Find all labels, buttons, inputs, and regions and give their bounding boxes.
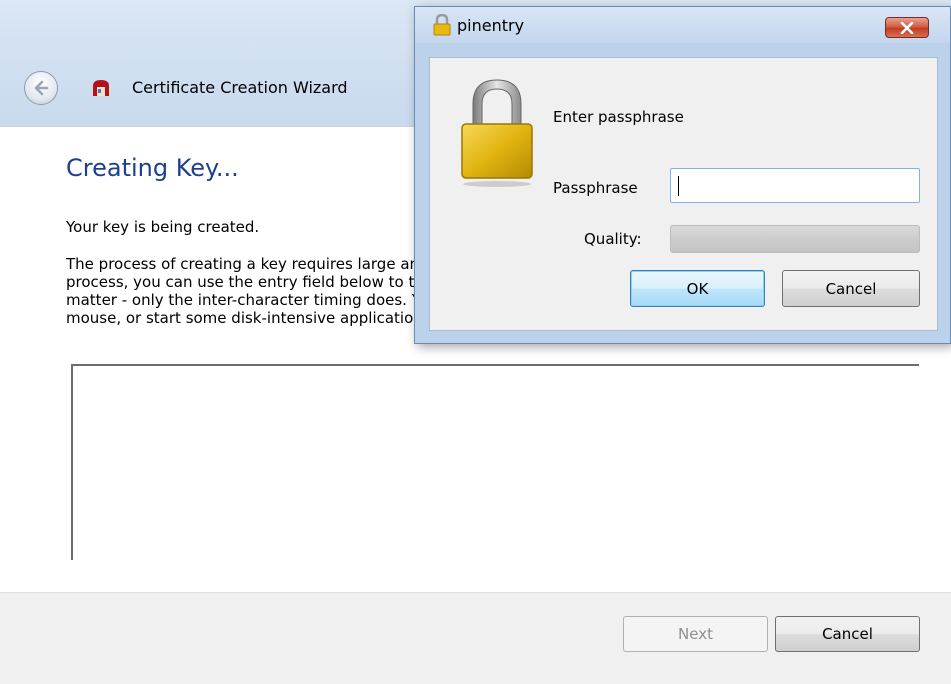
close-button[interactable] xyxy=(885,17,929,38)
pinentry-description: Enter passphrase xyxy=(553,108,684,126)
status-text: Your key is being created. xyxy=(66,218,260,236)
pinentry-title: pinentry xyxy=(457,16,525,35)
back-button[interactable] xyxy=(24,71,58,105)
kleopatra-app-icon xyxy=(93,80,109,96)
wizard-footer: Next Cancel xyxy=(0,592,951,684)
random-data-entry-field[interactable] xyxy=(71,364,919,560)
text-caret xyxy=(678,176,679,196)
close-icon xyxy=(900,21,914,34)
ok-button[interactable]: OK xyxy=(630,270,765,307)
next-button[interactable]: Next xyxy=(623,616,768,652)
pinentry-titlebar[interactable]: pinentry xyxy=(415,7,950,43)
quality-label: Quality: xyxy=(584,230,642,248)
wizard-cancel-button[interactable]: Cancel xyxy=(775,616,920,652)
quality-meter xyxy=(670,225,920,253)
pinentry-content: Enter passphrase Passphrase Quality: OK … xyxy=(429,57,938,331)
pinentry-cancel-button[interactable]: Cancel xyxy=(782,270,920,307)
passphrase-input[interactable] xyxy=(670,168,920,203)
lock-icon xyxy=(433,14,451,36)
padlock-icon xyxy=(461,79,533,187)
passphrase-label: Passphrase xyxy=(553,179,638,197)
pinentry-dialog: pinentry Enter passphrase Passphrase Qua… xyxy=(414,6,951,344)
wizard-title: Certificate Creation Wizard xyxy=(132,78,348,97)
back-arrow-icon xyxy=(34,80,49,96)
page-heading: Creating Key... xyxy=(66,154,239,182)
